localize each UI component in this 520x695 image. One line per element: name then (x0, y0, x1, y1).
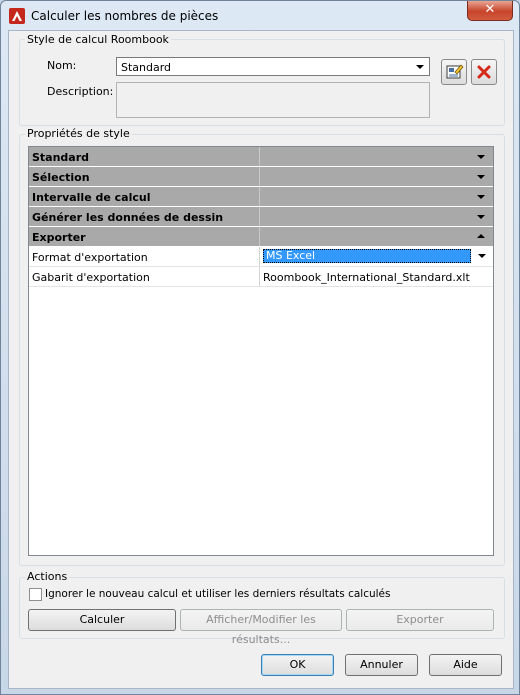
help-button-label: Aide (453, 658, 478, 671)
expand-arrow-icon[interactable] (477, 155, 485, 159)
property-row-export-template[interactable]: Gabarit d'exportation Roombook_Internati… (29, 267, 493, 287)
expand-arrow-icon[interactable] (477, 175, 485, 179)
column-divider (259, 267, 260, 286)
category-row-generer[interactable]: Générer les données de dessin (29, 207, 493, 227)
ok-button-label: OK (289, 658, 306, 671)
property-grid: Standard Sélection Intervalle de calcul … (28, 146, 494, 556)
chevron-down-icon[interactable] (478, 254, 486, 258)
column-divider (259, 227, 260, 246)
delete-style-button[interactable] (471, 59, 497, 85)
delete-icon (477, 65, 491, 79)
category-row-intervalle[interactable]: Intervalle de calcul (29, 187, 493, 207)
show-results-button-label: Afficher/Modifier les résultats... (206, 613, 316, 646)
export-button-label: Exporter (396, 613, 444, 626)
column-divider (259, 247, 260, 266)
close-icon: ✕ (484, 2, 496, 17)
title-bar[interactable]: Calculer les nombres de pièces ✕ (1, 1, 519, 31)
expand-arrow-icon[interactable] (477, 215, 485, 219)
export-button[interactable]: Exporter (346, 609, 494, 631)
style-name-dropdown[interactable]: Standard (116, 57, 430, 76)
edit-style-icon (446, 64, 464, 79)
show-results-button[interactable]: Afficher/Modifier les résultats... (180, 609, 342, 646)
category-label: Standard (32, 151, 90, 164)
calculate-button[interactable]: Calculer (28, 609, 176, 631)
category-label: Sélection (32, 171, 90, 184)
ok-button[interactable]: OK (261, 654, 334, 676)
window-title: Calculer les nombres de pièces (31, 9, 219, 23)
column-divider (259, 167, 260, 186)
chevron-down-icon (416, 65, 424, 69)
properties-group-label: Propriétés de style (25, 127, 132, 140)
name-label: Nom: (47, 59, 77, 72)
expand-arrow-icon[interactable] (477, 195, 485, 199)
column-divider (259, 147, 260, 166)
category-label: Générer les données de dessin (32, 211, 224, 224)
category-label: Intervalle de calcul (32, 191, 151, 204)
dialog-window: Calculer les nombres de pièces ✕ Style d… (0, 0, 520, 695)
ignore-recalc-label[interactable]: Ignorer le nouveau calcul et utiliser le… (45, 588, 391, 600)
autocad-logo-icon (9, 8, 25, 24)
export-format-dropdown[interactable]: MS Excel (261, 248, 491, 265)
actions-group-label: Actions (25, 570, 70, 583)
category-row-selection[interactable]: Sélection (29, 167, 493, 187)
cancel-button[interactable]: Annuler (345, 654, 418, 676)
collapse-arrow-icon[interactable] (477, 234, 485, 238)
dialog-client-area: Style de calcul Roombook Nom: Standard D… (8, 30, 514, 689)
category-row-standard[interactable]: Standard (29, 147, 493, 167)
description-label: Description: (47, 85, 114, 98)
export-template-value[interactable]: Roombook_International_Standard.xlt (263, 271, 470, 284)
category-label: Exporter (32, 231, 86, 244)
property-name: Gabarit d'exportation (32, 271, 150, 284)
category-row-exporter[interactable]: Exporter (29, 227, 493, 247)
cancel-button-label: Annuler (360, 658, 403, 671)
help-button[interactable]: Aide (429, 654, 502, 676)
close-button[interactable]: ✕ (467, 1, 513, 21)
edit-style-button[interactable] (441, 59, 467, 85)
export-format-value: MS Excel (263, 249, 471, 263)
description-field[interactable] (116, 82, 430, 118)
style-group-label: Style de calcul Roombook (25, 33, 171, 46)
calculate-button-label: Calculer (79, 613, 125, 626)
property-name: Format d'exportation (32, 251, 148, 264)
column-divider (259, 187, 260, 206)
column-divider (259, 207, 260, 226)
property-row-export-format[interactable]: Format d'exportation MS Excel (29, 247, 493, 267)
style-name-value: Standard (121, 61, 172, 74)
ignore-recalc-checkbox[interactable] (29, 588, 42, 601)
